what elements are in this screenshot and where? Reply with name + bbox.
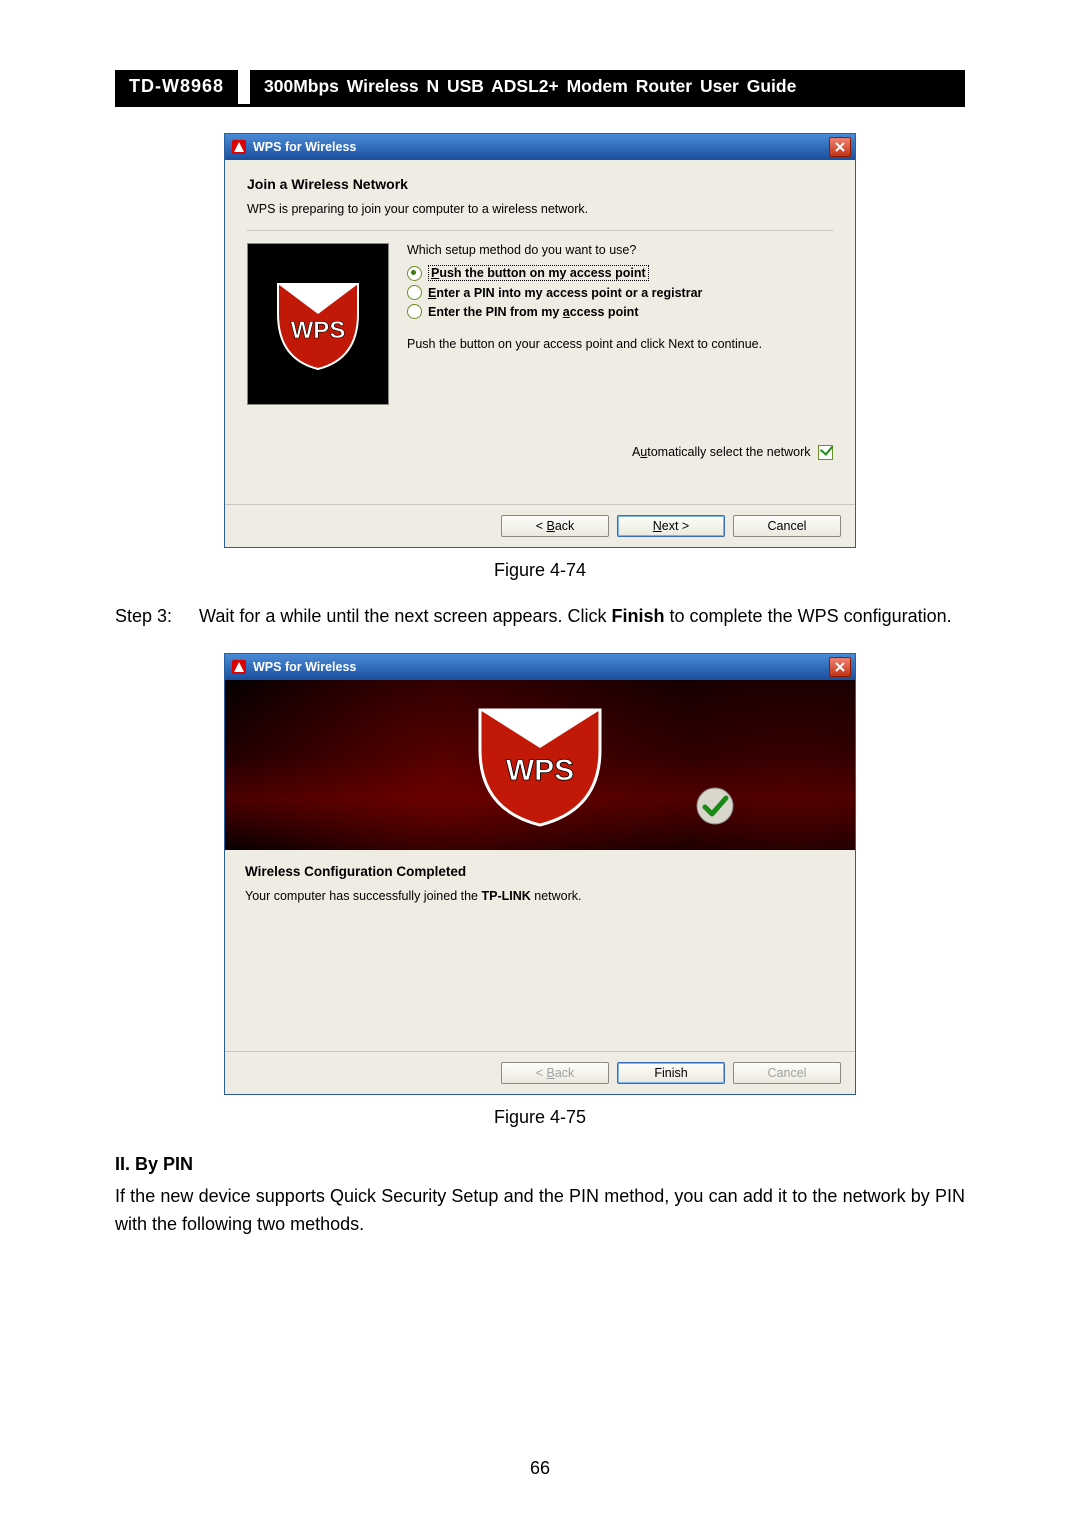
checkbox-checked-icon[interactable]: [818, 445, 833, 460]
window-titlebar: WPS for Wireless: [225, 134, 855, 160]
cancel-button[interactable]: Cancel: [733, 515, 841, 537]
cancel-button: Cancel: [733, 1062, 841, 1084]
radio-option-push-button[interactable]: Push the button on my access point: [407, 265, 833, 281]
document-title: 300Mbps Wireless N USB ADSL2+ Modem Rout…: [250, 70, 965, 104]
completion-message: Your computer has successfully joined th…: [245, 889, 835, 903]
auto-select-label: Automatically select the network: [632, 445, 811, 459]
step-label: Step 3:: [115, 603, 191, 631]
radio-label: Enter the PIN from my access point: [428, 305, 638, 319]
wps-logo-image: WPS: [247, 243, 389, 405]
radio-label: Enter a PIN into my access point or a re…: [428, 286, 702, 300]
completion-heading: Wireless Configuration Completed: [245, 864, 835, 879]
section-heading: II. By PIN: [115, 1154, 965, 1175]
finish-button[interactable]: Finish: [617, 1062, 725, 1084]
close-button[interactable]: [829, 657, 851, 677]
success-check-icon: [695, 786, 735, 826]
model-number: TD-W8968: [115, 70, 238, 104]
svg-text:WPS: WPS: [291, 317, 346, 344]
wps-app-icon: [231, 139, 247, 155]
wps-banner-image: WPS: [225, 680, 855, 850]
window-titlebar: WPS for Wireless: [225, 654, 855, 680]
page-number: 66: [0, 1458, 1080, 1479]
close-button[interactable]: [829, 137, 851, 157]
wps-app-icon: [231, 659, 247, 675]
next-button[interactable]: Next >: [617, 515, 725, 537]
radio-option-enter-pin-from-ap[interactable]: Enter the PIN from my access point: [407, 304, 833, 319]
radio-label: Push the button on my access point: [428, 265, 649, 281]
figure-caption: Figure 4-75: [115, 1107, 965, 1128]
wps-dialog-completed: WPS for Wireless WPS Wireless Configurat…: [224, 653, 856, 1095]
radio-option-enter-pin-registrar[interactable]: Enter a PIN into my access point or a re…: [407, 285, 833, 300]
svg-text:WPS: WPS: [506, 754, 574, 787]
radio-icon: [407, 304, 422, 319]
document-header: TD-W8968 300Mbps Wireless N USB ADSL2+ M…: [115, 70, 965, 107]
divider: [247, 230, 833, 231]
section-paragraph: If the new device supports Quick Securit…: [115, 1183, 965, 1239]
back-button: < Back: [501, 1062, 609, 1084]
wps-dialog-setup: WPS for Wireless Join a Wireless Network…: [224, 133, 856, 548]
step-3-instruction: Step 3: Wait for a while until the next …: [115, 603, 965, 631]
instruction-text: Push the button on your access point and…: [407, 337, 833, 351]
close-icon: [835, 662, 845, 672]
auto-select-row[interactable]: Automatically select the network: [225, 409, 855, 460]
figure-caption: Figure 4-74: [115, 560, 965, 581]
question-text: Which setup method do you want to use?: [407, 243, 833, 257]
step-text: Wait for a while until the next screen a…: [199, 603, 965, 631]
radio-icon: [407, 266, 422, 281]
radio-icon: [407, 285, 422, 300]
close-icon: [835, 142, 845, 152]
window-title: WPS for Wireless: [253, 140, 356, 154]
window-title: WPS for Wireless: [253, 660, 356, 674]
dialog-heading: Join a Wireless Network: [247, 176, 833, 192]
dialog-intro-text: WPS is preparing to join your computer t…: [247, 202, 833, 216]
back-button[interactable]: < Back: [501, 515, 609, 537]
